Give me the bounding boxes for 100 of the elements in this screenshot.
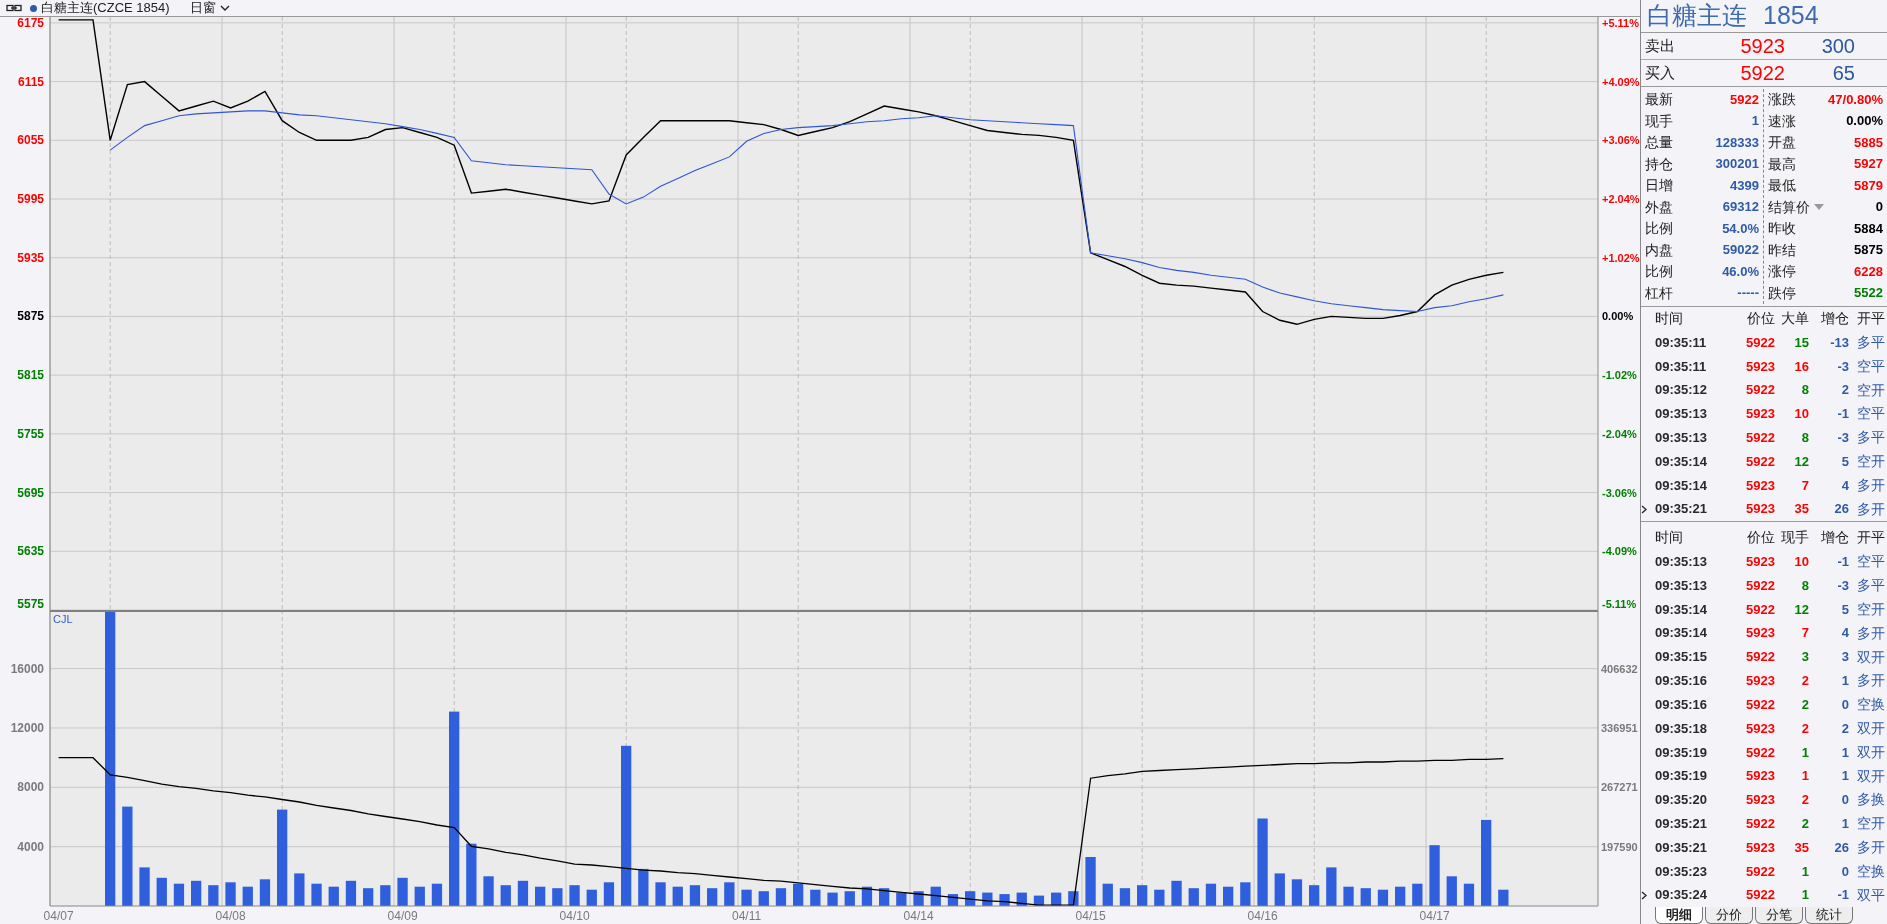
axis-label: +3.06%	[1602, 134, 1640, 147]
trade-size: 35	[1793, 500, 1809, 519]
trade-time: 09:35:13	[1655, 576, 1709, 595]
trade-price: 5922	[1745, 814, 1775, 833]
date-label: 04/10	[559, 909, 590, 923]
tab[interactable]: 分笔	[1755, 907, 1803, 924]
stat-label: 总量	[1645, 133, 1673, 152]
trade-size: 16	[1793, 357, 1809, 376]
trade-price: 5923	[1745, 719, 1775, 738]
trade-type: 多开	[1856, 623, 1886, 643]
volume-bar	[517, 880, 529, 906]
volume-bar	[638, 868, 649, 906]
volume-bar	[311, 883, 322, 906]
oi-change: -3	[1836, 428, 1849, 447]
stat-label: 现手	[1645, 111, 1673, 131]
axis-label: 16000	[10, 661, 44, 676]
date-label: 04/11	[732, 909, 762, 923]
trade-price: 5922	[1745, 743, 1775, 762]
trade-size: 2	[1800, 672, 1809, 691]
volume-bar	[466, 843, 477, 906]
column-header: 大单	[1780, 309, 1809, 329]
volume-bar	[982, 892, 993, 906]
volume-bar	[414, 886, 425, 906]
trade-time: 09:35:19	[1655, 743, 1709, 762]
status-dot	[30, 4, 37, 12]
trade-type: 双开	[1856, 647, 1886, 667]
trade-size: 7	[1800, 624, 1809, 643]
stat-label: 日增	[1645, 176, 1673, 195]
trade-size: 12	[1793, 452, 1809, 471]
period-dropdown[interactable]: 日窗	[189, 0, 230, 16]
oi-change: 3	[1840, 648, 1849, 667]
date-label: 04/16	[1247, 909, 1278, 923]
trade-time: 09:35:24	[1655, 886, 1709, 905]
volume-bar	[758, 891, 769, 906]
volume-bar	[380, 885, 391, 906]
trade-time: 09:35:12	[1655, 381, 1709, 400]
trade-price: 5922	[1745, 648, 1775, 667]
book-label: 卖出	[1645, 35, 1675, 56]
volume-bar	[1326, 867, 1337, 906]
stat-value: 5922	[1730, 90, 1759, 109]
volume-bar	[1360, 888, 1371, 906]
column-header: 价位	[1746, 309, 1775, 329]
trade-price: 5923	[1745, 672, 1775, 691]
stat-label: 开盘	[1768, 133, 1796, 152]
trade-size: 8	[1800, 576, 1809, 595]
trade-type: 空开	[1856, 380, 1886, 400]
chevron-down-icon	[219, 4, 230, 12]
stat-label: 涨跌	[1768, 90, 1796, 109]
trade-price: 5922	[1745, 862, 1775, 881]
axis-label: +4.09%	[1602, 75, 1640, 88]
trade-size: 3	[1800, 648, 1809, 667]
axis-label: -4.09%	[1602, 545, 1637, 558]
axis-label: 5575	[17, 597, 44, 610]
trade-size: 10	[1793, 553, 1809, 572]
trade-size: 1	[1800, 886, 1809, 905]
volume-bar	[535, 886, 546, 906]
trade-time: 09:35:21	[1655, 500, 1709, 519]
volume-bar	[1033, 895, 1045, 906]
link-icon[interactable]	[6, 4, 22, 12]
tab[interactable]: 统计	[1805, 907, 1853, 924]
date-label: 04/09	[387, 909, 418, 923]
stat-label: 昨收	[1768, 219, 1796, 238]
column-header: 开平	[1856, 309, 1886, 329]
trade-time: 09:35:21	[1655, 814, 1709, 833]
tab[interactable]: 明细	[1655, 907, 1703, 924]
stat-value: 5927	[1854, 155, 1883, 174]
axis-label: -1.02%	[1602, 369, 1637, 382]
volume-bar	[208, 885, 219, 906]
volume-bar	[672, 886, 683, 906]
trade-price: 5923	[1745, 791, 1775, 810]
axis-label: 5755	[17, 426, 44, 441]
trade-time: 09:35:14	[1655, 476, 1709, 495]
oi-change: 0	[1840, 862, 1849, 881]
trade-type: 空换	[1856, 861, 1886, 881]
axis-label: 5815	[17, 368, 44, 383]
oi-change: 1	[1840, 814, 1849, 833]
trade-price: 5923	[1745, 500, 1775, 519]
volume-bar	[1498, 889, 1509, 906]
volume-bar	[655, 882, 666, 906]
stat-label: 持仓	[1645, 154, 1673, 174]
caret-down-icon[interactable]	[1814, 204, 1824, 210]
oi-change: 0	[1840, 695, 1849, 714]
stat-value: 5875	[1854, 241, 1883, 260]
trade-time: 09:35:18	[1655, 719, 1709, 738]
stat-value: 69312	[1722, 198, 1759, 217]
date-label: 04/14	[903, 909, 934, 923]
trade-price: 5922	[1745, 428, 1775, 447]
book-price: 5922	[1739, 60, 1785, 86]
trade-time: 09:35:23	[1655, 862, 1709, 881]
trade-type: 空平	[1856, 356, 1886, 376]
trade-type: 空平	[1856, 404, 1886, 424]
volume-bar	[793, 883, 804, 906]
instrument-name: 白糖主连	[1647, 0, 1747, 31]
volume-bar	[707, 888, 718, 906]
trade-size: 8	[1800, 428, 1809, 447]
stat-value: 0	[1875, 198, 1883, 217]
trade-time: 09:35:15	[1655, 648, 1709, 667]
tab[interactable]: 分价	[1705, 907, 1753, 924]
stat-label: 外盘	[1645, 197, 1673, 217]
axis-label: 12000	[10, 720, 44, 735]
